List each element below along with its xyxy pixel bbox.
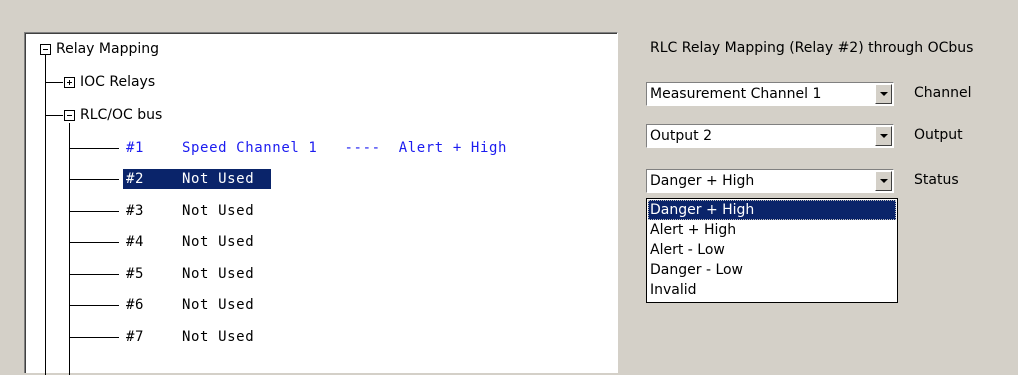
chevron-down-icon[interactable] (875, 84, 892, 104)
panel-title: RLC Relay Mapping (Relay #2) through OCb… (650, 40, 974, 56)
relay-6-number[interactable]: #6 (126, 296, 144, 314)
collapse-icon[interactable] (40, 44, 51, 55)
relay-tree: Relay Mapping IOC Relays RLC/OC bus #1 S… (25, 33, 617, 375)
tree-connector (69, 242, 119, 243)
tree-connector (69, 305, 119, 306)
output-label: Output (914, 127, 963, 143)
status-option[interactable]: Invalid (648, 280, 896, 300)
output-select[interactable]: Output 2 (646, 124, 894, 148)
relay-4-mapping[interactable]: Not Used (182, 233, 254, 251)
tree-root-label[interactable]: Relay Mapping (56, 40, 159, 58)
relay-7-mapping[interactable]: Not Used (182, 328, 254, 346)
tree-connector (69, 211, 119, 212)
chevron-down-icon[interactable] (875, 171, 892, 191)
channel-select[interactable]: Measurement Channel 1 (646, 82, 894, 106)
status-label: Status (914, 172, 959, 188)
relay-tree-panel[interactable]: Relay Mapping IOC Relays RLC/OC bus #1 S… (24, 32, 618, 375)
channel-value: Measurement Channel 1 (650, 86, 822, 102)
expand-icon[interactable] (64, 77, 75, 88)
tree-connector (69, 148, 119, 149)
relay-1-mapping[interactable]: Speed Channel 1 ---- Alert + High (182, 139, 507, 157)
tree-connector (69, 337, 119, 338)
chevron-down-icon[interactable] (875, 126, 892, 146)
relay-3-number[interactable]: #3 (126, 202, 144, 220)
relay-5-mapping[interactable]: Not Used (182, 265, 254, 283)
status-option[interactable]: Alert + High (648, 220, 896, 240)
status-value: Danger + High (650, 173, 755, 189)
relay-5-number[interactable]: #5 (126, 265, 144, 283)
relay-6-mapping[interactable]: Not Used (182, 296, 254, 314)
relay-3-mapping[interactable]: Not Used (182, 202, 254, 220)
status-select[interactable]: Danger + High (646, 169, 894, 193)
relay-2-number[interactable]: #2 (126, 170, 144, 188)
tree-item-rlc-oc-bus[interactable]: RLC/OC bus (80, 106, 162, 124)
relay-1-number[interactable]: #1 (126, 139, 144, 157)
tree-item-ioc-relays[interactable]: IOC Relays (80, 73, 155, 91)
relay-4-number[interactable]: #4 (126, 233, 144, 251)
status-dropdown-list[interactable]: Danger + High Alert + High Alert - Low D… (646, 198, 898, 303)
status-option[interactable]: Danger + High (648, 200, 896, 220)
tree-connector (45, 115, 63, 116)
channel-label: Channel (914, 85, 972, 101)
tree-connector (69, 274, 119, 275)
tree-connector (45, 82, 63, 83)
status-option[interactable]: Danger - Low (648, 260, 896, 280)
tree-connector (69, 179, 119, 180)
relay-7-number[interactable]: #7 (126, 328, 144, 346)
status-option[interactable]: Alert - Low (648, 240, 896, 260)
tree-connector (45, 55, 46, 375)
output-value: Output 2 (650, 128, 712, 144)
collapse-icon[interactable] (64, 110, 75, 121)
relay-2-mapping[interactable]: Not Used (182, 170, 254, 188)
